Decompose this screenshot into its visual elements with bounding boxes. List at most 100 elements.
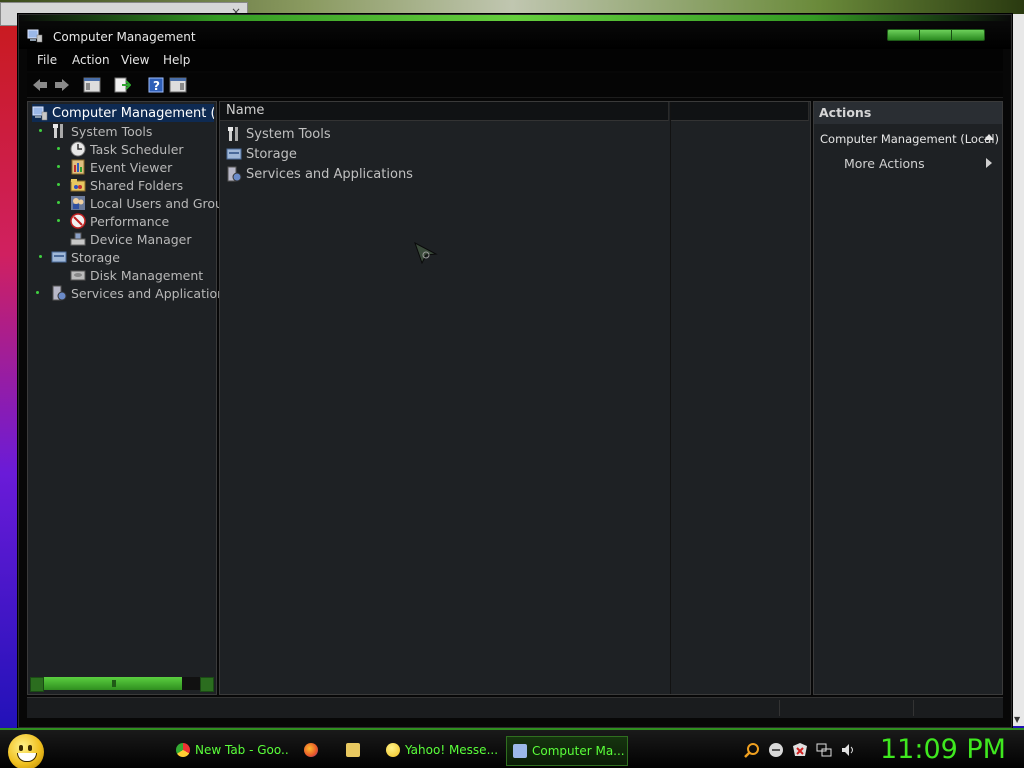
help-icon[interactable]: ? (147, 76, 165, 94)
tree-item-system-tools[interactable]: System Tools (51, 122, 152, 140)
scroll-left-icon[interactable] (30, 677, 44, 692)
list-item-label: Storage (246, 146, 297, 162)
list-item-system-tools[interactable]: System Tools (226, 125, 331, 143)
list-item-storage[interactable]: Storage (226, 145, 297, 163)
list-item-services-and-applications[interactable]: Services and Applications (226, 165, 413, 183)
tree-item-label: Device Manager (90, 231, 192, 247)
start-button[interactable] (8, 734, 44, 768)
expand-bullet-icon[interactable] (57, 201, 60, 204)
computer-management-icon (513, 744, 527, 758)
menu-action[interactable]: Action (72, 53, 110, 67)
expand-bullet-icon[interactable] (57, 165, 60, 168)
tree-item-disk-management[interactable]: Disk Management (70, 266, 203, 284)
expand-bullet-icon[interactable] (57, 183, 60, 186)
status-segment (779, 700, 910, 716)
tree-item-shared-folders[interactable]: Shared Folders (70, 176, 183, 194)
mouse-cursor-icon (414, 242, 438, 264)
tree-item-label: Computer Management (Loc (52, 105, 214, 121)
outer-scrollbar[interactable]: ▼ (1012, 14, 1024, 726)
tree-horizontal-scrollbar[interactable] (30, 677, 214, 692)
tree-item-local-users-and-groups[interactable]: Local Users and Grou (70, 194, 223, 212)
title-bar[interactable]: Computer Management (19, 15, 1011, 49)
services-icon (52, 285, 67, 301)
taskbar-item-computer-management[interactable]: Computer Ma... (506, 736, 628, 766)
computer-management-window: Computer Management File Action View Hel… (18, 14, 1012, 728)
window-controls[interactable] (887, 29, 985, 41)
security-alert-icon[interactable] (792, 742, 808, 758)
more-actions-link[interactable]: More Actions (844, 156, 925, 171)
storage-icon (51, 251, 67, 263)
clock[interactable]: 11:09 PM (880, 734, 1006, 765)
computer-management-icon (32, 106, 48, 121)
window-title: Computer Management (53, 30, 196, 44)
shared-folder-icon (70, 179, 86, 192)
firefox-icon (304, 743, 318, 757)
tools-icon (228, 127, 238, 141)
results-pane: Name System Tools Storage Services and A… (219, 101, 811, 695)
actions-pane: Actions Computer Management (Local) More… (813, 101, 1003, 695)
scrollbar-grip[interactable] (112, 680, 116, 687)
expand-bullet-icon[interactable] (39, 129, 42, 132)
network-icon[interactable] (816, 742, 832, 758)
export-list-icon[interactable] (113, 76, 131, 94)
show-hide-console-tree-icon[interactable] (83, 76, 101, 94)
expand-bullet-icon[interactable] (39, 255, 42, 258)
tree-item-storage[interactable]: Storage (51, 248, 120, 266)
scrollbar-track[interactable] (44, 677, 182, 690)
search-icon[interactable] (744, 742, 760, 758)
back-arrow-icon[interactable] (31, 76, 49, 94)
window-controls-divider (951, 30, 952, 40)
taskbar-item-new-tab[interactable]: New Tab - Goo... (170, 736, 288, 764)
computer-management-icon (27, 29, 43, 43)
tree-item-event-viewer[interactable]: Event Viewer (70, 158, 172, 176)
taskbar-item-folder[interactable] (340, 736, 374, 764)
tree-item-label: Local Users and Grou (90, 195, 223, 211)
users-icon (71, 196, 85, 210)
yahoo-messenger-icon (386, 743, 400, 757)
forward-arrow-icon[interactable] (53, 76, 71, 94)
clock-icon (70, 141, 86, 157)
expand-bullet-icon[interactable] (57, 219, 60, 222)
scroll-right-icon[interactable] (200, 677, 214, 692)
window-controls-divider (919, 30, 920, 40)
tree-item-task-scheduler[interactable]: Task Scheduler (70, 140, 184, 158)
taskbar-item-label: Yahoo! Messe... (405, 743, 498, 757)
taskbar-item-label: New Tab - Goo... (195, 743, 288, 757)
expand-bullet-icon[interactable] (36, 291, 39, 294)
column-separator (670, 102, 671, 694)
taskbar-item-firefox[interactable] (298, 736, 332, 764)
tree-item-label: Task Scheduler (90, 141, 184, 157)
column-header-empty[interactable] (671, 102, 809, 121)
actions-context-label[interactable]: Computer Management (Local) (820, 132, 999, 146)
show-hide-action-pane-icon[interactable] (169, 76, 187, 94)
services-icon (227, 166, 242, 182)
tree-item-label: Shared Folders (90, 177, 184, 193)
status-segment (913, 700, 1000, 716)
volume-icon[interactable] (840, 742, 856, 758)
storage-icon (226, 148, 242, 160)
submenu-arrow-icon[interactable] (986, 158, 992, 168)
column-header-name[interactable]: Name (220, 102, 669, 121)
collapse-arrow-icon[interactable] (984, 134, 994, 140)
tree-item-label: Event Viewer (90, 159, 173, 175)
expand-bullet-icon[interactable] (57, 147, 60, 150)
menu-file[interactable]: File (37, 53, 57, 67)
tree-item-computer-management[interactable]: Computer Management (Loc (32, 104, 214, 122)
toolbar: ? (27, 73, 1003, 98)
tree-item-device-manager[interactable]: Device Manager (70, 230, 192, 248)
messenger-status-icon[interactable] (768, 742, 784, 758)
tools-icon (53, 124, 63, 138)
title-bar-glow (19, 15, 1011, 21)
menu-view[interactable]: View (121, 53, 149, 67)
event-viewer-icon (71, 159, 85, 175)
smiley-eye (19, 745, 23, 751)
scroll-down-icon[interactable]: ▼ (1014, 715, 1020, 724)
tree-item-label: Services and Applications (71, 285, 232, 301)
tree-item-label: System Tools (71, 123, 153, 139)
tree-item-performance[interactable]: Performance (70, 212, 169, 230)
taskbar-item-yahoo-messenger[interactable]: Yahoo! Messe... (380, 736, 498, 764)
tree-item-services-and-applications[interactable]: Services and Applications (51, 284, 232, 302)
tree-item-label: Performance (90, 213, 170, 229)
menu-help[interactable]: Help (163, 53, 190, 67)
smiley-eye (28, 745, 32, 751)
